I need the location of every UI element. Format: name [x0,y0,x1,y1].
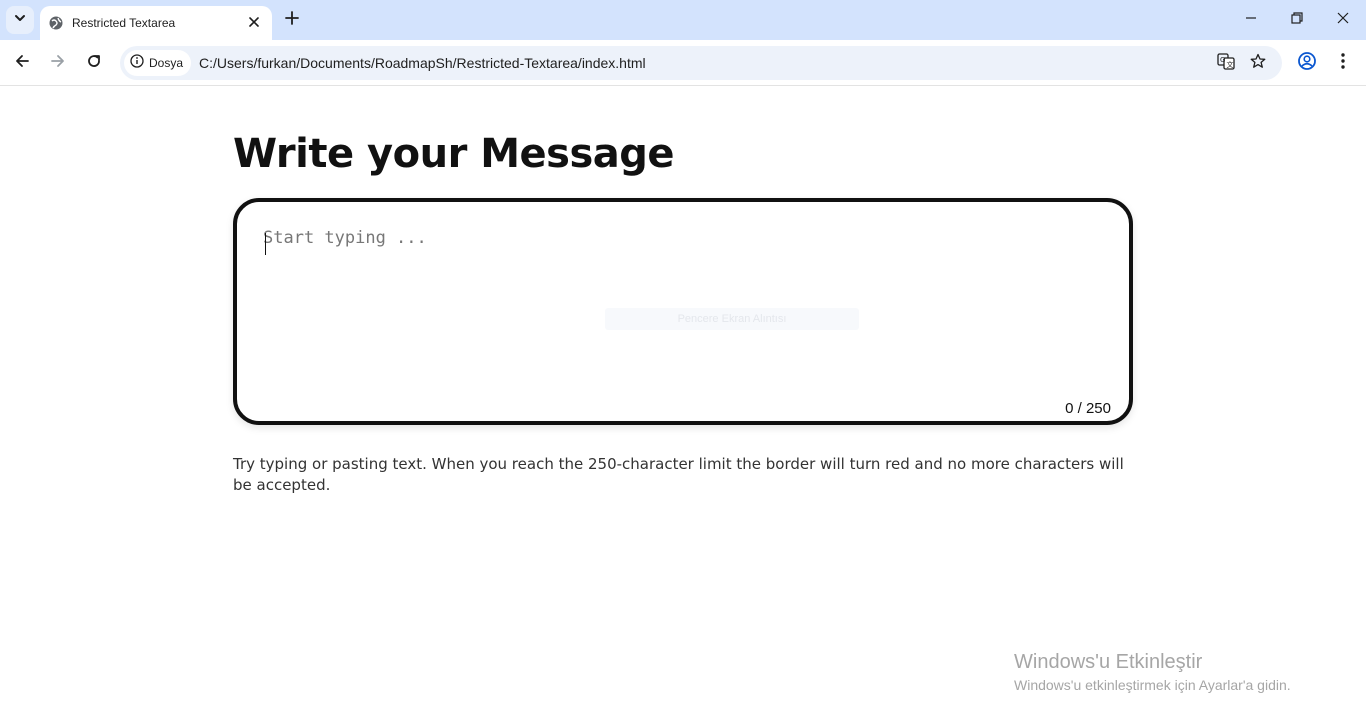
back-button[interactable] [6,47,38,79]
menu-button[interactable] [1329,49,1357,77]
tab-strip: Restricted Textarea [0,0,1366,40]
star-icon [1250,53,1266,74]
globe-favicon-icon [48,15,64,31]
restore-button[interactable] [1274,0,1320,40]
forward-arrow-icon [50,53,66,74]
translate-icon: G文 [1217,52,1235,75]
snipping-tooltip: Pencere Ekran Alıntısı [605,308,859,330]
plus-icon [285,10,299,30]
profile-icon [1298,51,1316,75]
text-caret [265,233,266,255]
tab-search-icon [14,11,26,29]
browser-toolbar: Dosya C:/Users/furkan/Documents/RoadmapS… [0,40,1366,86]
character-counter: 0 / 250 [1065,400,1111,417]
bookmark-button[interactable] [1246,51,1270,75]
tab-close-button[interactable] [244,13,264,33]
snipping-tooltip-text: Pencere Ekran Alıntısı [677,313,787,325]
svg-text:G: G [1220,56,1225,64]
message-textarea[interactable] [263,228,1103,378]
address-bar[interactable]: Dosya C:/Users/furkan/Documents/RoadmapS… [120,46,1282,80]
active-tab[interactable]: Restricted Textarea [40,6,272,40]
url-text[interactable]: C:/Users/furkan/Documents/RoadmapSh/Rest… [199,55,646,71]
window-close-icon [1337,11,1349,29]
window-close-button[interactable] [1320,0,1366,40]
textarea-container: Pencere Ekran Alıntısı 0 / 250 [233,198,1133,425]
back-arrow-icon [14,53,30,74]
minimize-button[interactable] [1228,0,1274,40]
translate-button[interactable]: G文 [1214,51,1238,75]
page-title: Write your Message [233,131,675,177]
forward-button[interactable] [42,47,74,79]
page-content: Write your Message Pencere Ekran Alıntıs… [0,87,1366,728]
info-icon [130,53,144,73]
activation-watermark-title: Windows'u Etkinleştir [1014,651,1203,673]
activation-watermark-subtitle: Windows'u etkinleştirmek için Ayarlar'a … [1014,677,1291,693]
close-icon [249,14,259,32]
site-info-chip[interactable]: Dosya [124,50,192,76]
tab-search-button[interactable] [6,6,34,34]
reload-icon [86,53,102,74]
tab-title: Restricted Textarea [72,16,176,30]
restore-icon [1291,11,1303,29]
kebab-menu-icon [1341,52,1345,74]
security-chip-label: Dosya [149,56,184,70]
svg-text:文: 文 [1227,60,1234,69]
minimize-icon [1245,11,1257,29]
profile-button[interactable] [1293,49,1321,77]
helper-text: Try typing or pasting text. When you rea… [233,455,1124,494]
new-tab-button[interactable] [280,8,304,32]
reload-button[interactable] [78,47,110,79]
